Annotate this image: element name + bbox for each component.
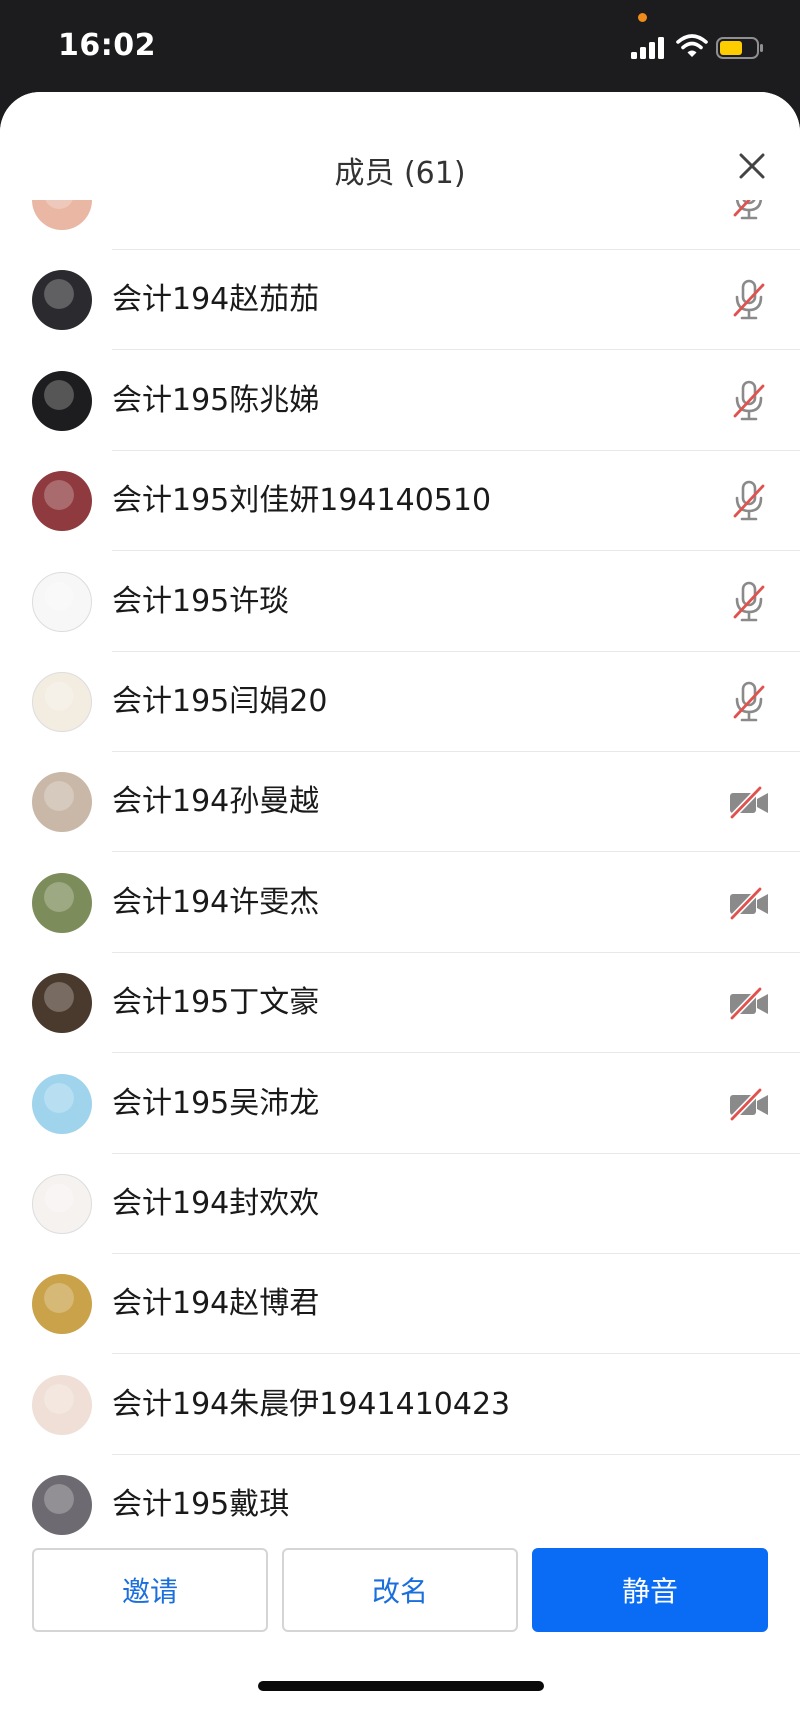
member-name: 会计194孙曼越 <box>112 784 320 820</box>
member-name: 会计195吴沛龙 <box>112 1085 320 1121</box>
avatar <box>32 1374 92 1435</box>
mute-all-button[interactable]: 静音 <box>532 1548 768 1632</box>
member-row[interactable]: 会计194赵博君 <box>0 1254 800 1355</box>
mic-muted-icon[interactable] <box>726 278 772 322</box>
member-name: 会计194朱晨伊1941410423 <box>112 1386 511 1422</box>
avatar <box>32 872 92 933</box>
privacy-indicator-dot <box>638 13 647 22</box>
home-indicator <box>258 1681 544 1691</box>
invite-button[interactable]: 邀请 <box>32 1548 268 1632</box>
member-row[interactable]: 会计195丁文豪 <box>0 953 800 1054</box>
mic-muted-icon[interactable] <box>726 680 772 724</box>
member-name: 会计194赵博君 <box>112 1286 320 1322</box>
camera-off-icon[interactable] <box>726 881 772 925</box>
member-name: 会计194封欢欢 <box>112 1186 320 1221</box>
sheet-title: 成员 (61) <box>334 156 466 191</box>
avatar <box>32 1073 92 1134</box>
mic-muted-icon[interactable] <box>726 379 772 423</box>
member-name: 会计195戴琪 <box>112 1487 290 1523</box>
avatar <box>32 1274 92 1335</box>
member-row[interactable]: 会计194赵茄茄 <box>0 250 800 351</box>
avatar <box>32 471 92 532</box>
member-name: 会计195刘佳妍194140510 <box>112 483 492 519</box>
member-row[interactable]: 会计195许琰 <box>0 552 800 652</box>
avatar <box>32 1174 92 1234</box>
member-row[interactable]: 会计194孙曼越 <box>0 752 800 853</box>
avatar <box>32 973 92 1034</box>
mic-muted-icon[interactable] <box>726 200 772 222</box>
avatar <box>32 571 92 632</box>
member-name: 会计195丁文豪 <box>112 985 320 1021</box>
member-row[interactable]: 会计195闫娟20 <box>0 652 800 752</box>
member-row[interactable]: 会计194许雯杰 <box>0 853 800 953</box>
member-row[interactable]: 会计195陈兆娣 <box>0 351 800 451</box>
member-name: 会计195许琰 <box>112 583 290 619</box>
member-row[interactable]: 会计194朱晨伊1941410423 <box>0 1355 800 1455</box>
sheet-header: 成员 (61) <box>0 92 800 197</box>
close-button[interactable] <box>732 146 772 186</box>
cellular-signal-icon <box>631 37 664 59</box>
avatar <box>32 772 92 833</box>
member-list[interactable]: 会计194赵茄茄 会计195陈兆娣 会计195刘佳妍194140510 会计19… <box>0 200 800 1548</box>
member-row[interactable] <box>0 200 800 250</box>
status-time: 16:02 <box>58 28 156 63</box>
member-name: 会计195闫娟20 <box>112 684 328 719</box>
member-row[interactable]: 会计194封欢欢 <box>0 1154 800 1254</box>
avatar <box>32 200 92 230</box>
member-name: 会计194许雯杰 <box>112 884 320 920</box>
member-row[interactable]: 会计195刘佳妍194140510 <box>0 451 800 552</box>
battery-icon <box>716 37 763 59</box>
camera-off-icon[interactable] <box>726 981 772 1025</box>
avatar <box>32 370 92 431</box>
member-name: 会计194赵茄茄 <box>112 282 320 318</box>
member-row[interactable]: 会计195戴琪 <box>0 1455 800 1548</box>
wifi-icon <box>676 34 708 57</box>
camera-off-icon[interactable] <box>726 780 772 824</box>
mic-muted-icon[interactable] <box>726 479 772 523</box>
avatar <box>32 270 92 331</box>
avatar <box>32 1475 92 1536</box>
rename-button[interactable]: 改名 <box>282 1548 518 1632</box>
members-sheet: 成员 (61) 会计194赵茄茄 会计195陈兆娣 会计195刘佳妍194140… <box>0 92 800 1731</box>
member-name: 会计195陈兆娣 <box>112 382 320 418</box>
status-bar: 16:02 <box>0 0 800 100</box>
camera-off-icon[interactable] <box>726 1082 772 1126</box>
mic-muted-icon[interactable] <box>726 580 772 624</box>
avatar <box>32 672 92 732</box>
member-row[interactable]: 会计195吴沛龙 <box>0 1054 800 1154</box>
close-icon <box>739 153 765 179</box>
action-footer: 邀请 改名 静音 <box>0 1548 800 1731</box>
